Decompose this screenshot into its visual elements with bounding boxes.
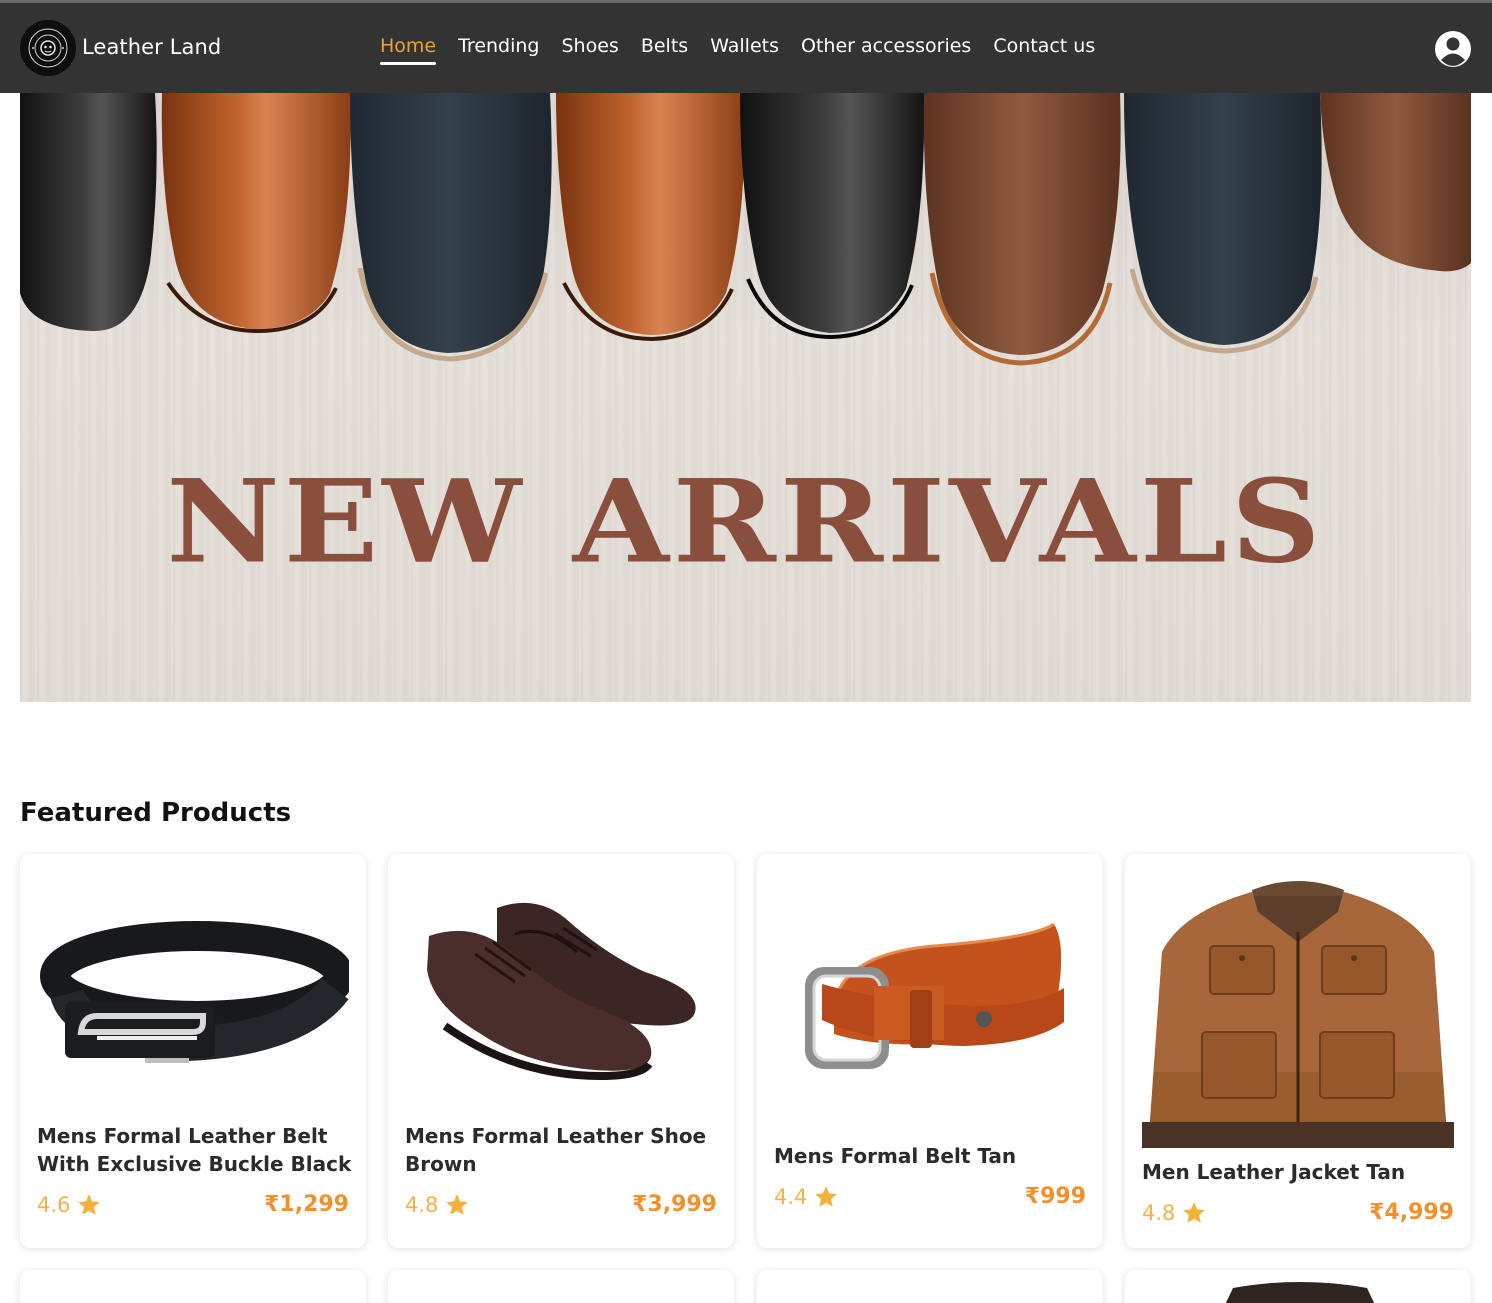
nav-home[interactable]: Home xyxy=(380,35,437,65)
product-rating: 4.4 xyxy=(774,1184,839,1210)
product-card[interactable] xyxy=(388,1270,734,1303)
product-card[interactable] xyxy=(1125,1270,1471,1303)
hero-banner[interactable]: NEW ARRIVALS xyxy=(20,93,1471,702)
product-name: Mens Formal Leather Shoe Brown xyxy=(405,1124,707,1176)
product-price: ₹3,999 xyxy=(632,1192,717,1217)
nav-belts[interactable]: Belts xyxy=(641,35,688,65)
tan-jacket-image xyxy=(1142,872,1454,1148)
nav-other-accessories[interactable]: Other accessories xyxy=(801,35,971,65)
product-rating: 4.6 xyxy=(37,1192,102,1218)
nav-contact-us[interactable]: Contact us xyxy=(993,35,1095,65)
main-nav: Home Trending Shoes Belts Wallets Other … xyxy=(380,35,1117,65)
rating-value: 4.8 xyxy=(405,1193,439,1217)
star-icon xyxy=(1183,1202,1206,1223)
product-card[interactable]: Mens Formal Belt Tan 4.4 ₹999 xyxy=(757,854,1103,1248)
user-circle-icon[interactable] xyxy=(1434,30,1472,68)
rating-value: 4.6 xyxy=(37,1193,71,1217)
product-card[interactable]: Men Leather Jacket Tan 4.8 ₹4,999 xyxy=(1125,854,1471,1248)
product-price: ₹999 xyxy=(1024,1184,1086,1209)
product-name: Mens Formal Leather Belt With Exclusive … xyxy=(37,1124,352,1176)
black-belt-image xyxy=(37,894,354,1094)
product-card[interactable] xyxy=(20,1270,366,1303)
rating-value: 4.8 xyxy=(1142,1201,1176,1225)
nav-trending[interactable]: Trending xyxy=(458,35,539,65)
product-name: Men Leather Jacket Tan xyxy=(1142,1160,1406,1184)
brand-home-link[interactable]: Leather Land xyxy=(20,20,221,76)
top-navbar: Leather Land Home Trending Shoes Belts W… xyxy=(0,3,1492,93)
shoes-row-image xyxy=(20,93,1471,366)
brown-shoes-image xyxy=(405,894,717,1094)
nav-shoes[interactable]: Shoes xyxy=(562,35,619,65)
tan-belt-image xyxy=(774,894,1086,1094)
featured-products-title: Featured Products xyxy=(20,798,292,828)
hero-title: NEW ARRIVALS xyxy=(166,455,1325,590)
product-price: ₹1,299 xyxy=(264,1192,349,1217)
star-icon xyxy=(78,1194,101,1215)
rating-value: 4.4 xyxy=(774,1185,808,1209)
nav-wallets[interactable]: Wallets xyxy=(710,35,779,65)
product-card[interactable]: Mens Formal Leather Belt With Exclusive … xyxy=(20,854,366,1248)
product-name: Mens Formal Belt Tan xyxy=(774,1144,1017,1168)
product-price: ₹4,999 xyxy=(1369,1200,1454,1225)
product-card[interactable] xyxy=(757,1270,1103,1303)
product-card[interactable]: Mens Formal Leather Shoe Brown 4.8 ₹3,99… xyxy=(388,854,734,1248)
brand-logo xyxy=(20,20,76,76)
star-icon xyxy=(446,1194,469,1215)
product-rating: 4.8 xyxy=(1142,1200,1207,1226)
product-rating: 4.8 xyxy=(405,1192,470,1218)
brand-name: Leather Land xyxy=(82,35,222,59)
jacket-image-partial xyxy=(1225,1282,1375,1303)
star-icon xyxy=(815,1186,838,1207)
